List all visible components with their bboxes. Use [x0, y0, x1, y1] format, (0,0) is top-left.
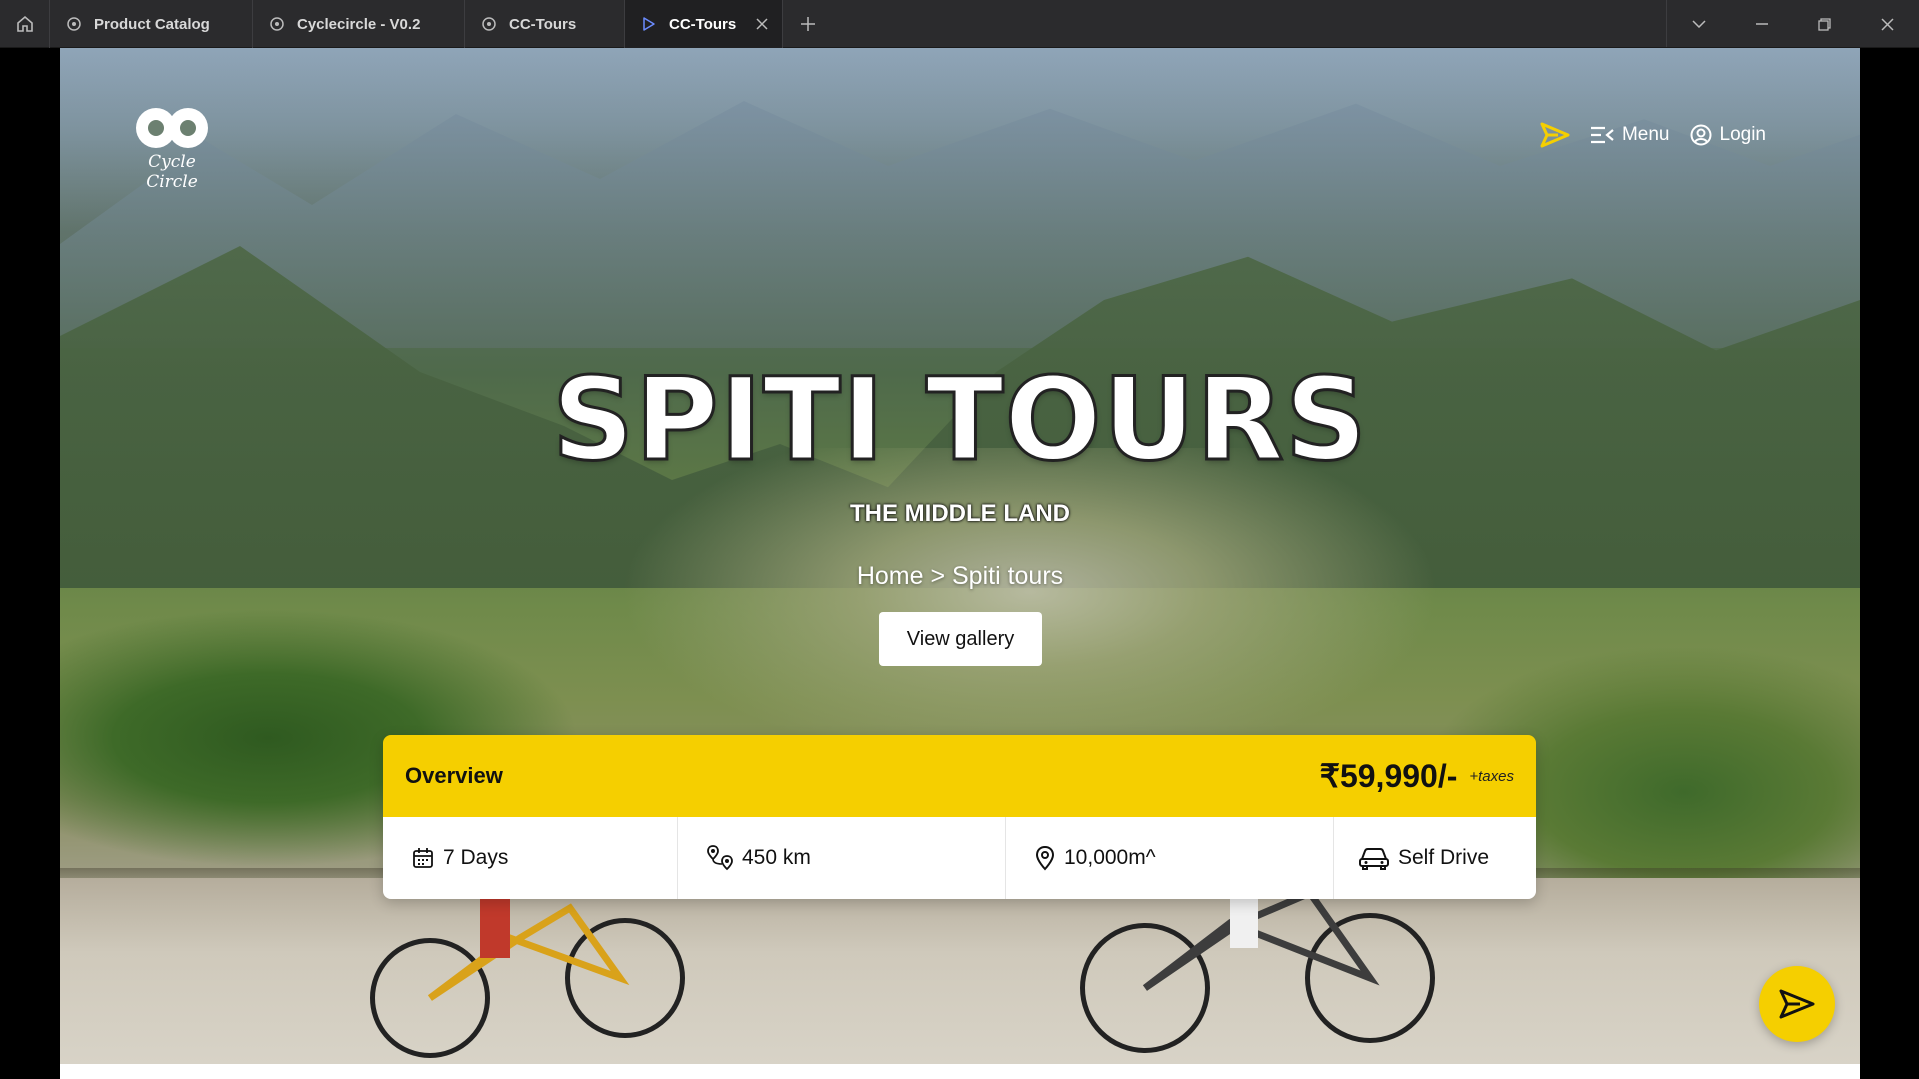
figma-like-icon	[482, 17, 496, 31]
restore-icon	[1818, 17, 1831, 31]
send-icon	[1779, 989, 1815, 1019]
tab-list-button[interactable]	[1667, 0, 1730, 48]
overview-stats: 7 Days 450 km 10,000m^ Self Drive	[383, 817, 1536, 899]
tour-price: ₹59,990/-	[1319, 758, 1458, 794]
plus-icon	[801, 17, 815, 31]
stat-altitude: 10,000m^	[1006, 817, 1334, 899]
page-title: SPITI TOURS	[550, 353, 1369, 486]
overview-title: Overview	[405, 763, 503, 788]
chevron-down-icon	[1691, 20, 1706, 28]
close-icon[interactable]	[756, 18, 768, 30]
car-icon	[1359, 848, 1389, 870]
stat-duration: 7 Days	[383, 817, 678, 899]
user-circle-icon	[1690, 124, 1711, 146]
tab-label: CC-Tours	[669, 15, 737, 33]
close-icon	[1881, 17, 1894, 31]
menu-icon	[1590, 126, 1614, 144]
logo-text: Cycle Circle	[146, 152, 198, 192]
river-valley	[620, 448, 1440, 768]
menu-label: Menu	[1621, 124, 1670, 145]
overview-header: Overview ₹59,990/- +taxes	[383, 735, 1536, 817]
header-nav: Menu Login	[1540, 122, 1766, 148]
tab-cc-tours[interactable]: CC-Tours	[465, 0, 625, 48]
figma-like-icon	[67, 17, 81, 31]
tab-label: CC-Tours	[509, 15, 577, 33]
tab-label: Product Catalog	[94, 15, 210, 33]
stat-label: 10,000m^	[1064, 846, 1156, 869]
minimize-icon	[1755, 23, 1768, 25]
cyclist-left	[370, 898, 710, 1064]
page-subtitle: THE MIDDLE LAND	[850, 500, 1070, 527]
minimize-button[interactable]	[1730, 0, 1793, 48]
site-logo[interactable]: Cycle Circle	[126, 104, 218, 192]
stat-label: 7 Days	[443, 846, 509, 869]
tab-cyclecircle[interactable]: Cyclecircle - V0.2	[253, 0, 465, 48]
stat-label: 450 km	[742, 846, 811, 869]
figma-like-icon	[270, 17, 284, 31]
tour-hero-page: Cycle Circle Menu Login SPITI TOURS THE …	[60, 48, 1860, 1064]
stat-distance: 450 km	[678, 817, 1006, 899]
play-icon	[643, 17, 655, 31]
login-label: Login	[1719, 124, 1767, 145]
tab-label: Cyclecircle - V0.2	[297, 15, 421, 33]
floating-send-button[interactable]	[1759, 966, 1835, 1042]
taxes-note: +taxes	[1469, 767, 1514, 785]
browser-tab-bar: Product Catalog Cyclecircle - V0.2 CC-To…	[0, 0, 1919, 48]
new-tab-button[interactable]	[783, 0, 833, 48]
breadcrumb[interactable]: Home > Spiti tours	[60, 562, 1860, 591]
view-gallery-button[interactable]: View gallery	[879, 612, 1042, 666]
tab-cc-tours-active[interactable]: CC-Tours	[625, 0, 783, 48]
page-bottom-edge	[60, 1064, 1860, 1079]
send-icon[interactable]	[1540, 122, 1570, 148]
cycle-circle-logo-icon	[136, 108, 208, 148]
home-button[interactable]	[0, 0, 50, 48]
location-pin-icon	[1035, 845, 1055, 871]
tab-product-catalog[interactable]: Product Catalog	[50, 0, 253, 48]
home-icon	[16, 15, 33, 32]
login-button[interactable]: Login	[1690, 124, 1767, 146]
close-window-button[interactable]	[1856, 0, 1919, 48]
cyclist-right	[1080, 893, 1460, 1064]
menu-button[interactable]: Menu	[1590, 124, 1670, 146]
stat-label: Self Drive	[1398, 846, 1490, 869]
route-icon	[707, 845, 733, 871]
dirt-road	[60, 878, 1860, 1064]
restore-button[interactable]	[1793, 0, 1856, 48]
calendar-icon	[413, 848, 433, 868]
overview-card: Overview ₹59,990/- +taxes 7 Days 450 km …	[383, 735, 1536, 899]
stat-transport: Self Drive	[1334, 817, 1536, 899]
